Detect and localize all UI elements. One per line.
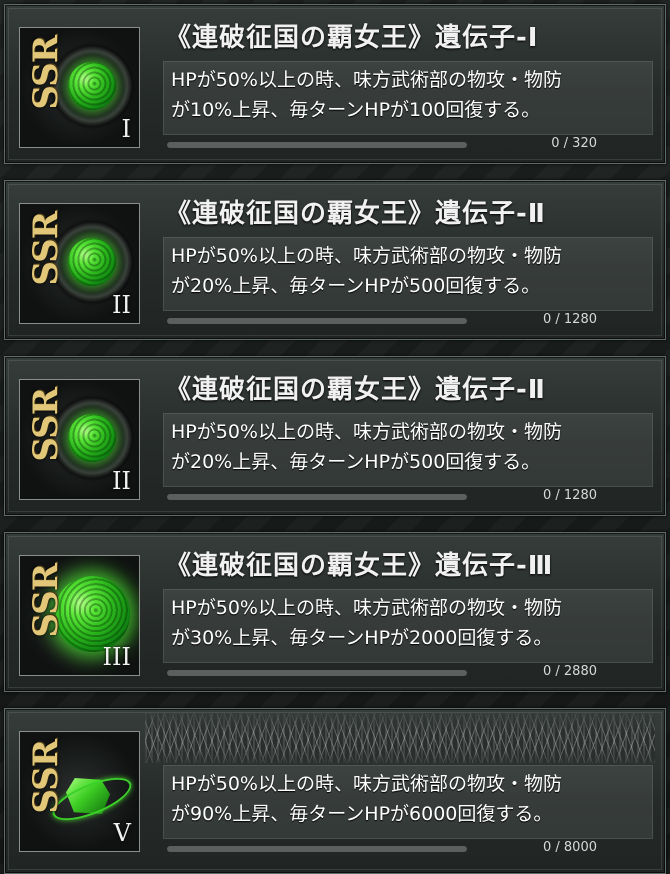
- gene-item-icon[interactable]: SSR II: [19, 203, 140, 324]
- description-line: HPが50%以上の時、味方武術部の物攻・物防: [171, 69, 562, 91]
- gene-item-icon[interactable]: SSR II: [19, 379, 140, 500]
- gene-card-1[interactable]: SSR I 《連破征国の覇女王》遺伝子-Ⅰ HPが50%以上の時、味方武術部の物…: [4, 4, 666, 164]
- gene-card-5[interactable]: SSR V HPが50%以上の時、味方武術部の物攻・物防 が90%上昇、毎ターン…: [4, 708, 666, 874]
- progress-bar: [167, 846, 467, 852]
- thorn-overlay: [145, 713, 655, 763]
- gene-card-3[interactable]: SSR II 《連破征国の覇女王》遺伝子-Ⅱ HPが50%以上の時、味方武術部の…: [4, 356, 666, 516]
- gene-level: V: [113, 819, 131, 847]
- progress-bar: [167, 142, 467, 148]
- rarity-badge: SSR: [26, 212, 66, 286]
- rarity-badge: SSR: [26, 564, 66, 638]
- gene-description: HPが50%以上の時、味方武術部の物攻・物防 が10%上昇、毎ターンHPが100…: [171, 65, 651, 125]
- description-line: HPが50%以上の時、味方武術部の物攻・物防: [171, 597, 562, 619]
- gene-title: 《連破征国の覇女王》遺伝子-Ⅰ: [165, 23, 539, 53]
- progress-bar: [167, 494, 467, 500]
- progress-count: 0 / 1280: [543, 312, 597, 327]
- gene-item-icon[interactable]: SSR III: [19, 555, 140, 676]
- gene-orb-icon: [68, 414, 116, 462]
- gene-orb-icon: [68, 62, 116, 110]
- gene-card-4[interactable]: SSR III 《連破征国の覇女王》遺伝子-Ⅲ HPが50%以上の時、味方武術部…: [4, 532, 666, 692]
- description-line: HPが50%以上の時、味方武術部の物攻・物防: [171, 421, 562, 443]
- progress-count: 0 / 8000: [543, 840, 597, 855]
- description-line: が30%上昇、毎ターンHPが2000回復する。: [171, 627, 553, 649]
- gene-item-icon[interactable]: SSR V: [19, 731, 140, 852]
- description-line: が10%上昇、毎ターンHPが100回復する。: [171, 99, 541, 121]
- description-line: HPが50%以上の時、味方武術部の物攻・物防: [171, 773, 562, 795]
- progress-count: 0 / 320: [551, 136, 597, 151]
- gene-description: HPが50%以上の時、味方武術部の物攻・物防 が30%上昇、毎ターンHPが200…: [171, 593, 651, 653]
- rarity-badge: SSR: [26, 740, 66, 814]
- gene-level: II: [112, 467, 131, 495]
- gene-title: 《連破征国の覇女王》遺伝子-Ⅱ: [165, 199, 546, 229]
- gene-description: HPが50%以上の時、味方武術部の物攻・物防 が20%上昇、毎ターンHPが500…: [171, 417, 651, 477]
- description-line: HPが50%以上の時、味方武術部の物攻・物防: [171, 245, 562, 267]
- description-line: が90%上昇、毎ターンHPが6000回復する。: [171, 803, 553, 825]
- gene-level: III: [102, 643, 131, 671]
- gene-title: 《連破征国の覇女王》遺伝子-Ⅲ: [165, 551, 554, 581]
- description-line: が20%上昇、毎ターンHPが500回復する。: [171, 451, 541, 473]
- gene-orb-icon: [68, 238, 116, 286]
- gene-description: HPが50%以上の時、味方武術部の物攻・物防 が90%上昇、毎ターンHPが600…: [171, 769, 651, 829]
- progress-count: 0 / 1280: [543, 488, 597, 503]
- progress-count: 0 / 2880: [543, 664, 597, 679]
- gene-description: HPが50%以上の時、味方武術部の物攻・物防 が20%上昇、毎ターンHPが500…: [171, 241, 651, 301]
- gene-title: 《連破征国の覇女王》遺伝子-Ⅱ: [165, 375, 546, 405]
- rarity-badge: SSR: [26, 388, 66, 462]
- gene-level: II: [112, 291, 131, 319]
- rarity-badge: SSR: [26, 36, 66, 110]
- gene-card-2[interactable]: SSR II 《連破征国の覇女王》遺伝子-Ⅱ HPが50%以上の時、味方武術部の…: [4, 180, 666, 340]
- gene-item-icon[interactable]: SSR I: [19, 27, 140, 148]
- progress-bar: [167, 670, 467, 676]
- gene-level: I: [121, 115, 131, 143]
- progress-bar: [167, 318, 467, 324]
- description-line: が20%上昇、毎ターンHPが500回復する。: [171, 275, 541, 297]
